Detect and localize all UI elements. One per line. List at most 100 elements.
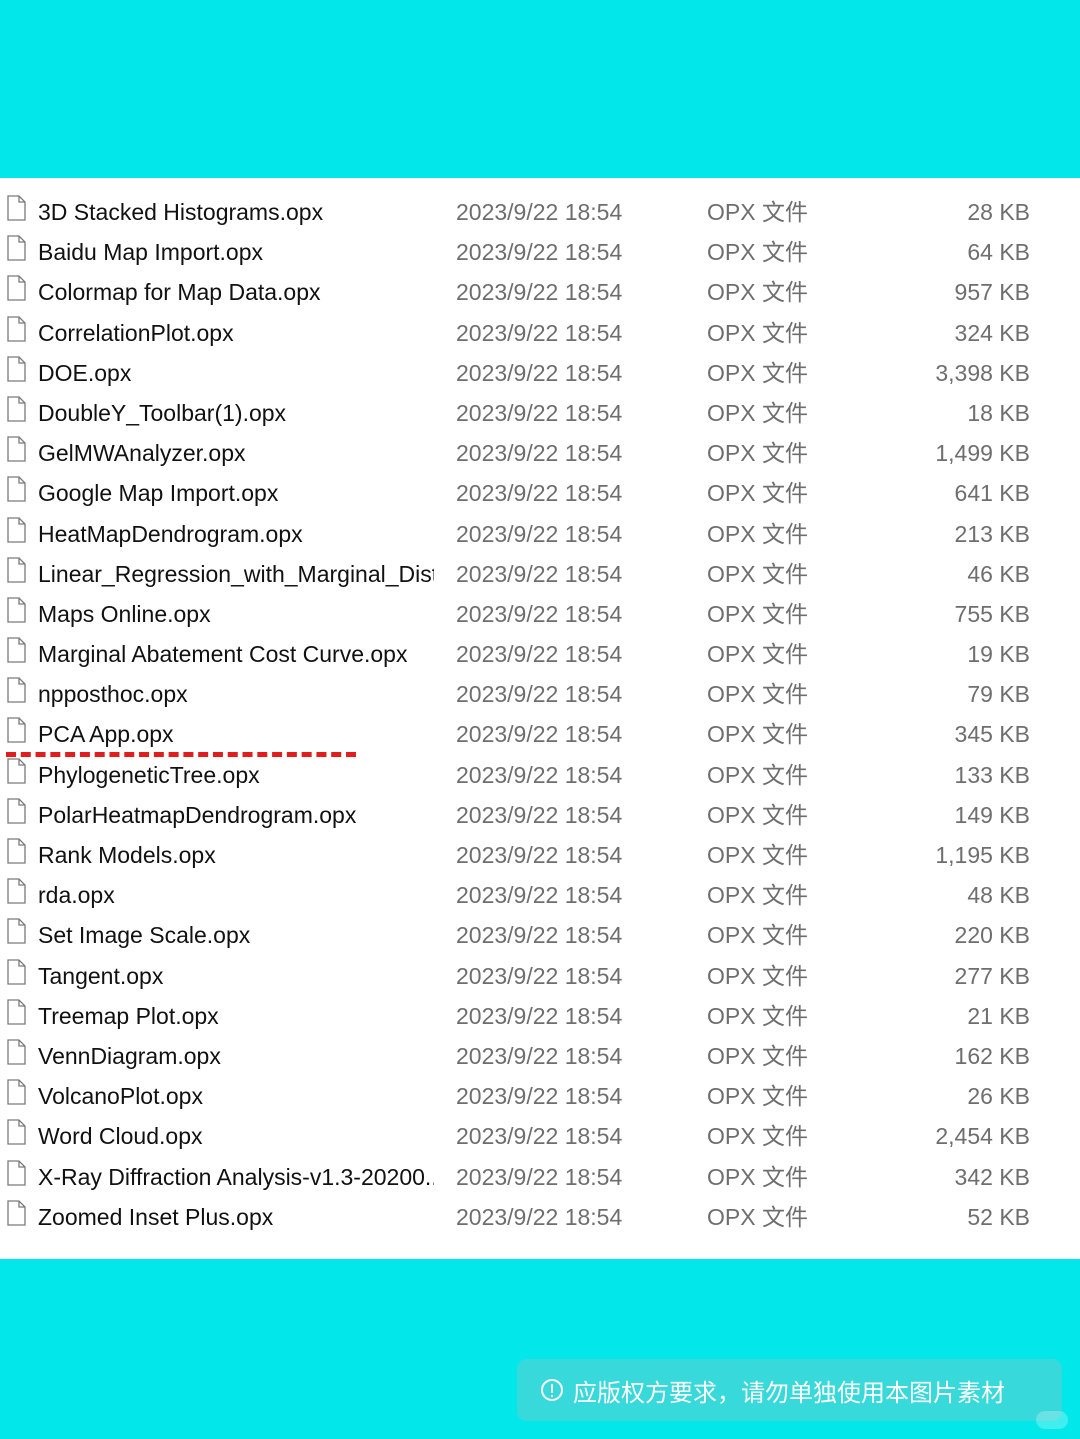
file-type: OPX 文件 bbox=[707, 842, 808, 868]
file-date-modified: 2023/9/22 18:54 bbox=[456, 681, 623, 708]
file-row[interactable]: HeatMapDendrogram.opx 2023/9/22 18:54 OPX … bbox=[0, 514, 1080, 554]
file-type: OPX 文件 bbox=[707, 641, 808, 668]
file-row[interactable]: CorrelationPlot.opx 2023/9/22 18:54 OPX 文件… bbox=[0, 313, 1080, 353]
file-icon bbox=[7, 275, 26, 302]
file-size: 213 KB bbox=[954, 520, 1030, 547]
file-type: OPX 文件 bbox=[707, 600, 808, 627]
file-row[interactable]: DoubleY_Toolbar(1).opx 2023/9/22 18:54 OPX… bbox=[0, 393, 1080, 433]
file-size: 345 KB bbox=[954, 721, 1030, 748]
file-name: Set Image Scale.opx bbox=[38, 922, 251, 949]
file-date-modified: 2023/9/22 18:54 bbox=[456, 922, 623, 949]
copyright-notice-text: 应版权方要求，请勿单独使用本图片素材 bbox=[573, 1379, 1005, 1407]
file-name: VolcanoPlot.opx bbox=[38, 1083, 203, 1110]
file-date-modified: 2023/9/22 18:54 bbox=[456, 600, 623, 627]
file-date-modified: 2023/9/22 18:54 bbox=[456, 1203, 623, 1230]
file-row[interactable]: VolcanoPlot.opx 2023/9/22 18:54 OPX 文件 26 K… bbox=[0, 1076, 1080, 1116]
file-icon bbox=[7, 436, 26, 462]
file-row[interactable]: 3D Stacked Histograms.opx 2023/9/22 18:54… bbox=[0, 192, 1080, 232]
file-row[interactable]: Marginal Abatement Cost Curve.opx 2023/9/… bbox=[0, 634, 1080, 674]
file-name: npposthoc.opx bbox=[38, 681, 188, 708]
file-icon bbox=[7, 838, 26, 864]
file-row[interactable]: Linear_Regression_with_Marginal_Dist... 2… bbox=[0, 554, 1080, 594]
file-size: 1,499 KB bbox=[935, 440, 1030, 467]
file-row[interactable]: Word Cloud.opx 2023/9/22 18:54 OPX 文件 2,454… bbox=[0, 1116, 1080, 1156]
file-row[interactable]: Rank Models.opx 2023/9/22 18:54 OPX 文件 1,19… bbox=[0, 835, 1080, 875]
file-size: 133 KB bbox=[954, 761, 1030, 788]
file-row[interactable]: rda.opx 2023/9/22 18:54 OPX 文件 48 KB bbox=[0, 875, 1080, 915]
file-name: DoubleY_Toolbar(1).opx bbox=[38, 399, 287, 426]
file-row[interactable]: Google Map Import.opx 2023/9/22 18:54 OPX … bbox=[0, 473, 1080, 513]
file-row[interactable]: PolarHeatmapDendrogram.opx 2023/9/22 18:5… bbox=[0, 795, 1080, 835]
file-icon bbox=[7, 677, 26, 703]
file-size: 324 KB bbox=[954, 319, 1030, 346]
file-size: 18 KB bbox=[967, 399, 1030, 426]
file-name: CorrelationPlot.opx bbox=[38, 319, 234, 346]
file-type: OPX 文件 bbox=[707, 319, 808, 346]
file-size: 3,398 KB bbox=[935, 359, 1030, 386]
file-date-modified: 2023/9/22 18:54 bbox=[456, 359, 623, 386]
file-icon bbox=[7, 476, 26, 502]
file-row[interactable]: DOE.opx 2023/9/22 18:54 OPX 文件 3,398 KB bbox=[0, 353, 1080, 393]
file-date-modified: 2023/9/22 18:54 bbox=[456, 721, 623, 748]
file-row[interactable]: VennDiagram.opx 2023/9/22 18:54 OPX 文件 162 … bbox=[0, 1036, 1080, 1076]
file-date-modified: 2023/9/22 18:54 bbox=[456, 761, 623, 788]
file-size: 1,195 KB bbox=[935, 842, 1030, 868]
file-row[interactable]: X-Ray Diffraction Analysis-v1.3-20200...… bbox=[0, 1157, 1080, 1197]
file-type: OPX 文件 bbox=[707, 1002, 808, 1029]
file-row[interactable]: Treemap Plot.opx 2023/9/22 18:54 OPX 文件 21 … bbox=[0, 996, 1080, 1036]
file-type: OPX 文件 bbox=[707, 440, 808, 467]
file-icon bbox=[7, 356, 26, 382]
file-type: OPX 文件 bbox=[707, 1203, 808, 1230]
file-row[interactable]: npposthoc.opx 2023/9/22 18:54 OPX 文件 79 KB bbox=[0, 674, 1080, 714]
file-type: OPX 文件 bbox=[707, 721, 808, 748]
file-icon bbox=[7, 396, 26, 422]
file-row[interactable]: Set Image Scale.opx 2023/9/22 18:54 OPX 文件… bbox=[0, 915, 1080, 955]
file-type: OPX 文件 bbox=[707, 359, 808, 386]
file-size: 277 KB bbox=[954, 962, 1030, 989]
file-name: X-Ray Diffraction Analysis-v1.3-20200... bbox=[38, 1163, 434, 1190]
file-size: 162 KB bbox=[954, 1042, 1030, 1069]
file-row[interactable]: Zoomed Inset Plus.opx 2023/9/22 18:54 OPX … bbox=[0, 1197, 1080, 1237]
file-name: Marginal Abatement Cost Curve.opx bbox=[38, 641, 408, 668]
file-name: Colormap for Map Data.opx bbox=[38, 279, 321, 306]
file-size: 2,454 KB bbox=[935, 1123, 1030, 1150]
file-size: 755 KB bbox=[954, 600, 1030, 627]
file-name: PolarHeatmapDendrogram.opx bbox=[38, 801, 357, 828]
watermark-mark bbox=[1036, 1411, 1068, 1429]
file-name: rda.opx bbox=[38, 882, 115, 909]
file-icon bbox=[7, 557, 26, 583]
file-size: 46 KB bbox=[967, 560, 1030, 587]
file-type: OPX 文件 bbox=[707, 1163, 808, 1190]
file-icon bbox=[7, 1159, 26, 1186]
file-row[interactable]: GelMWAnalyzer.opx 2023/9/22 18:54 OPX 文件 1,… bbox=[0, 433, 1080, 473]
file-row[interactable]: PhylogeneticTree.opx 2023/9/22 18:54 OPX 文… bbox=[0, 755, 1080, 795]
file-row[interactable]: Colormap for Map Data.opx 2023/9/22 18:54… bbox=[0, 272, 1080, 312]
file-row[interactable]: Tangent.opx 2023/9/22 18:54 OPX 文件 277 KB bbox=[0, 956, 1080, 996]
file-name: Baidu Map Import.opx bbox=[38, 239, 264, 266]
file-name: GelMWAnalyzer.opx bbox=[38, 440, 246, 467]
file-row[interactable]: Maps Online.opx 2023/9/22 18:54 OPX 文件 755 … bbox=[0, 594, 1080, 634]
file-row[interactable]: PCA App.opx 2023/9/22 18:54 OPX 文件 345 KB bbox=[0, 714, 1080, 754]
file-row[interactable]: Baidu Map Import.opx 2023/9/22 18:54 OPX 文… bbox=[0, 232, 1080, 272]
file-icon bbox=[7, 918, 26, 945]
file-type: OPX 文件 bbox=[707, 399, 808, 426]
file-icon bbox=[7, 597, 26, 623]
file-type: OPX 文件 bbox=[707, 1123, 808, 1150]
file-size: 220 KB bbox=[954, 922, 1030, 949]
file-size: 52 KB bbox=[967, 1203, 1030, 1230]
file-type: OPX 文件 bbox=[707, 922, 808, 949]
file-size: 149 KB bbox=[954, 801, 1030, 828]
copyright-notice: 应版权方要求，请勿单独使用本图片素材 bbox=[517, 1359, 1062, 1421]
file-icon bbox=[7, 1119, 26, 1145]
file-type: OPX 文件 bbox=[707, 1042, 808, 1069]
file-date-modified: 2023/9/22 18:54 bbox=[456, 1083, 623, 1110]
file-type: OPX 文件 bbox=[707, 962, 808, 989]
file-icon bbox=[7, 999, 26, 1025]
file-icon bbox=[7, 1200, 26, 1226]
file-size: 48 KB bbox=[967, 882, 1030, 909]
file-icon bbox=[7, 878, 26, 904]
file-icon bbox=[7, 315, 26, 342]
file-name: 3D Stacked Histograms.opx bbox=[38, 199, 324, 225]
file-size: 19 KB bbox=[967, 641, 1030, 668]
file-type: OPX 文件 bbox=[707, 279, 808, 306]
